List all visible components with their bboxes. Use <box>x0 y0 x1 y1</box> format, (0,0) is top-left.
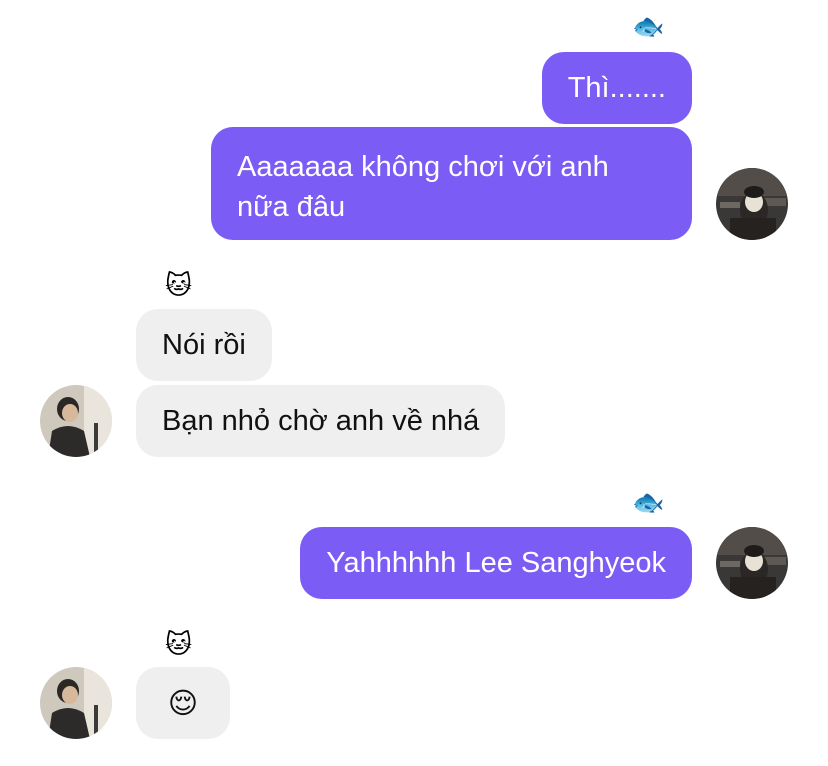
message-text: Nói rồi <box>162 329 246 361</box>
contact-avatar-photo-icon <box>40 385 112 457</box>
message-bubble-outgoing[interactable]: Yahhhhhh Lee Sanghyeok <box>300 527 692 599</box>
cat-reaction-icon[interactable]: 🐱 <box>165 630 192 660</box>
user-avatar[interactable] <box>716 527 788 599</box>
relieved-face-emoji: 😌 <box>167 686 199 720</box>
message-text: Yahhhhhh Lee Sanghyeok <box>326 547 666 579</box>
message-bubble-outgoing[interactable]: Aaaaaaa không chơi với anh nữa đâu <box>211 127 692 240</box>
contact-avatar[interactable] <box>40 385 112 457</box>
user-avatar-photo-icon <box>716 527 788 599</box>
contact-avatar-photo-icon <box>40 667 112 739</box>
message-bubble-incoming[interactable]: Bạn nhỏ chờ anh về nhá <box>136 385 506 457</box>
message-text: Thì....... <box>567 72 666 104</box>
message-bubble-incoming[interactable]: Nói rồi <box>136 309 272 381</box>
contact-avatar[interactable] <box>40 667 112 739</box>
fish-reaction-icon[interactable]: 🐟 <box>632 12 664 42</box>
fish-reaction-icon[interactable]: 🐟 <box>632 488 664 518</box>
message-text: Aaaaaaa không chơi với anh nữa đâu <box>237 151 609 223</box>
cat-reaction-icon[interactable]: 🐱 <box>165 271 192 301</box>
user-avatar-photo-icon <box>716 168 788 240</box>
message-bubble-incoming[interactable]: 😌 <box>136 667 230 739</box>
user-avatar[interactable] <box>716 168 788 240</box>
message-text: Bạn nhỏ chờ anh về nhá <box>162 405 480 437</box>
message-bubble-outgoing[interactable]: Thì....... <box>541 52 692 124</box>
